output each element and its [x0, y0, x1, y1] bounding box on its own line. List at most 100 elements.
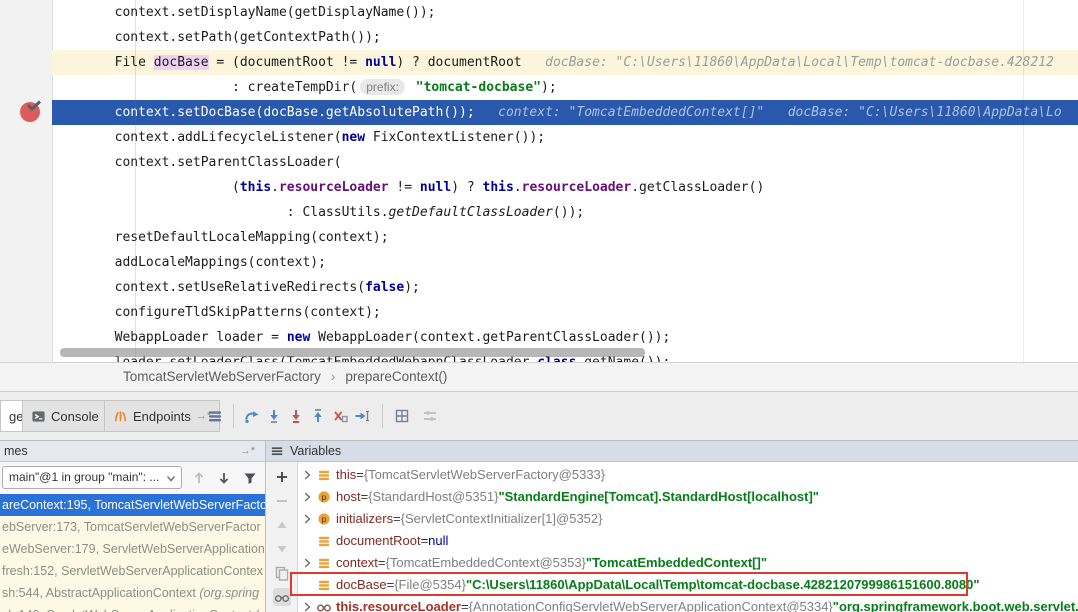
tab-endpoints[interactable]: Endpoints→* — [104, 400, 220, 432]
breadcrumb-class[interactable]: TomcatServletWebServerFactory — [123, 369, 321, 384]
frame-row[interactable]: areContext:195, TomcatServletWebServerFa… — [0, 494, 266, 516]
variable-row[interactable]: pinitializers = {ServletContextInitializ… — [298, 508, 1078, 530]
frames-list: areContext:195, TomcatServletWebServerFa… — [0, 494, 266, 612]
frame-row[interactable]: sh:544, AbstractApplicationContext (org.… — [0, 582, 266, 604]
text-segment: this.resourceLoader — [336, 596, 461, 612]
chevron-right-icon[interactable] — [300, 468, 314, 482]
text-segment: eWebServer:179, ServletWebServerApplicat… — [2, 542, 265, 556]
text-segment: documentRoot — [336, 530, 421, 552]
variable-row[interactable]: this.resourceLoader = {AnnotationConfigS… — [298, 596, 1078, 612]
text-segment: new — [287, 330, 310, 345]
text-segment: : ClassUtils. — [52, 205, 389, 220]
chevron-right-icon[interactable] — [300, 490, 314, 504]
debug-tabs-row: gerConsole→*Endpoints→* — [0, 392, 1078, 440]
move-watch-down-icon[interactable] — [273, 540, 291, 558]
text-segment: ebServer:173, TomcatServletWebServerFact… — [2, 520, 261, 534]
move-watch-up-icon[interactable] — [273, 516, 291, 534]
breakpoint-checked-icon[interactable] — [18, 98, 44, 124]
text-segment: context.setDisplayName(getDisplayName())… — [52, 5, 436, 20]
frame-row[interactable]: ebServer:173, TomcatServletWebServerFact… — [0, 516, 266, 538]
code-line[interactable]: : ClassUtils.getDefaultClassLoader()); — [52, 200, 1078, 225]
endpoints-icon — [113, 409, 128, 424]
code-line[interactable]: context.setDocBase(docBase.getAbsolutePa… — [52, 100, 1078, 125]
scroll-up-icon[interactable] — [190, 469, 208, 487]
frame-row[interactable]: sh:140, ServletWebServerApplicationConte… — [0, 604, 266, 612]
code-editor[interactable]: context.setDisplayName(getDisplayName())… — [0, 0, 1078, 362]
text-segment: = — [361, 486, 369, 508]
variables-tree: this = {TomcatServletWebServerFactory@53… — [298, 462, 1078, 612]
text-segment: configureTldSkipPatterns(context); — [52, 305, 381, 320]
code-line[interactable]: context.addLifecycleListener(new FixCont… — [52, 125, 1078, 150]
chevron-right-icon[interactable] — [300, 512, 314, 526]
show-watches-icon[interactable] — [273, 588, 291, 606]
text-segment: sh:544, AbstractApplicationContext — [2, 586, 199, 600]
layout-settings-icon[interactable] — [420, 406, 440, 426]
code-line[interactable]: WebappLoader loader = new WebappLoader(c… — [52, 325, 1078, 350]
editor-gutter[interactable] — [0, 0, 53, 362]
code-line[interactable]: context.setDisplayName(getDisplayName())… — [52, 0, 1078, 25]
text-segment: {ServletContextInitializer[1]@5352} — [401, 508, 603, 530]
tab-label: Endpoints — [133, 409, 191, 424]
toolbar-separator — [382, 404, 383, 428]
chevron-right-icon[interactable] — [300, 556, 314, 570]
frame-row[interactable]: fresh:152, ServletWebServerApplicationCo… — [0, 560, 266, 582]
horizontal-scrollbar[interactable] — [60, 348, 645, 357]
code-line[interactable]: resetDefaultLocaleMapping(context); — [52, 225, 1078, 250]
variables-header-label: Variables — [290, 441, 341, 461]
menu-icon[interactable] — [270, 444, 285, 459]
variable-row[interactable]: this = {TomcatServletWebServerFactory@53… — [298, 464, 1078, 486]
text-segment: FixContextListener()); — [365, 130, 545, 145]
step-into-icon[interactable] — [264, 406, 284, 426]
text-segment: new — [342, 130, 365, 145]
text-segment: != — [389, 180, 420, 195]
code-line[interactable]: (this.resourceLoader != null) ? this.res… — [52, 175, 1078, 200]
step-over-icon[interactable] — [242, 406, 262, 426]
text-segment: "C:\Users\11860\AppData\Local\Temp\tomca… — [466, 574, 980, 596]
chevron-right-icon[interactable] — [300, 600, 314, 612]
chevron-down-icon[interactable] — [163, 470, 179, 486]
run-to-cursor-icon[interactable] — [352, 406, 372, 426]
variable-row[interactable]: documentRoot = null — [298, 530, 1078, 552]
frames-header-pin-icon[interactable]: →* — [240, 441, 255, 461]
breadcrumb-method[interactable]: prepareContext() — [345, 369, 447, 384]
code-line[interactable]: File docBase = (documentRoot != null) ? … — [52, 50, 1078, 75]
text-segment: . — [271, 180, 279, 195]
text-segment: sh:140, ServletWebServerApplicationConte… — [2, 608, 260, 612]
text-segment: docBase — [154, 55, 209, 70]
code-line[interactable]: context.setParentClassLoader( — [52, 150, 1078, 175]
text-segment: {TomcatEmbeddedContext@5353} — [386, 552, 586, 574]
text-segment: ()); — [553, 205, 584, 220]
text-segment: docBase: "C:\Users\11860\AppData\Local\T… — [522, 55, 1054, 70]
thread-selector[interactable]: main"@1 in group "main": ... — [2, 466, 182, 489]
add-watch-icon[interactable] — [273, 468, 291, 486]
view-menu-icon[interactable] — [205, 406, 225, 426]
evaluate-expression-icon[interactable] — [392, 406, 412, 426]
text-segment: ); — [404, 280, 420, 295]
variable-row[interactable]: phost = {StandardHost@5351} "StandardEng… — [298, 486, 1078, 508]
code-area[interactable]: context.setDisplayName(getDisplayName())… — [52, 0, 1078, 362]
force-step-into-icon[interactable] — [286, 406, 306, 426]
code-line[interactable]: context.setPath(getContextPath()); — [52, 25, 1078, 50]
local-variable-icon — [316, 533, 332, 549]
step-out-icon[interactable] — [308, 406, 328, 426]
scroll-down-icon[interactable] — [215, 469, 233, 487]
code-line[interactable]: : createTempDir(prefix: "tomcat-docbase"… — [52, 75, 1078, 100]
remove-watch-icon[interactable] — [273, 492, 291, 510]
duplicate-watch-icon[interactable] — [273, 564, 291, 582]
frames-header-label: mes — [4, 444, 28, 458]
pop-frame-icon[interactable] — [330, 406, 350, 426]
variable-row[interactable]: context = {TomcatEmbeddedContext@5353} "… — [298, 552, 1078, 574]
variable-row[interactable]: docBase = {File@5354} "C:\Users\11860\Ap… — [298, 574, 1078, 596]
svg-text:p: p — [322, 514, 327, 524]
frame-row[interactable]: eWebServer:179, ServletWebServerApplicat… — [0, 538, 266, 560]
code-line[interactable]: addLocaleMappings(context); — [52, 250, 1078, 275]
code-line[interactable]: configureTldSkipPatterns(context); — [52, 300, 1078, 325]
console-icon — [31, 409, 46, 424]
watches-toolbar — [266, 462, 298, 612]
panel-headers-row: mes →* Variables — [0, 440, 1078, 462]
text-segment: null — [420, 180, 451, 195]
text-segment: resourceLoader — [279, 180, 389, 195]
code-line[interactable]: context.setUseRelativeRedirects(false); — [52, 275, 1078, 300]
filter-frames-icon[interactable] — [241, 469, 259, 487]
frames-panel-header: mes →* — [0, 441, 266, 461]
